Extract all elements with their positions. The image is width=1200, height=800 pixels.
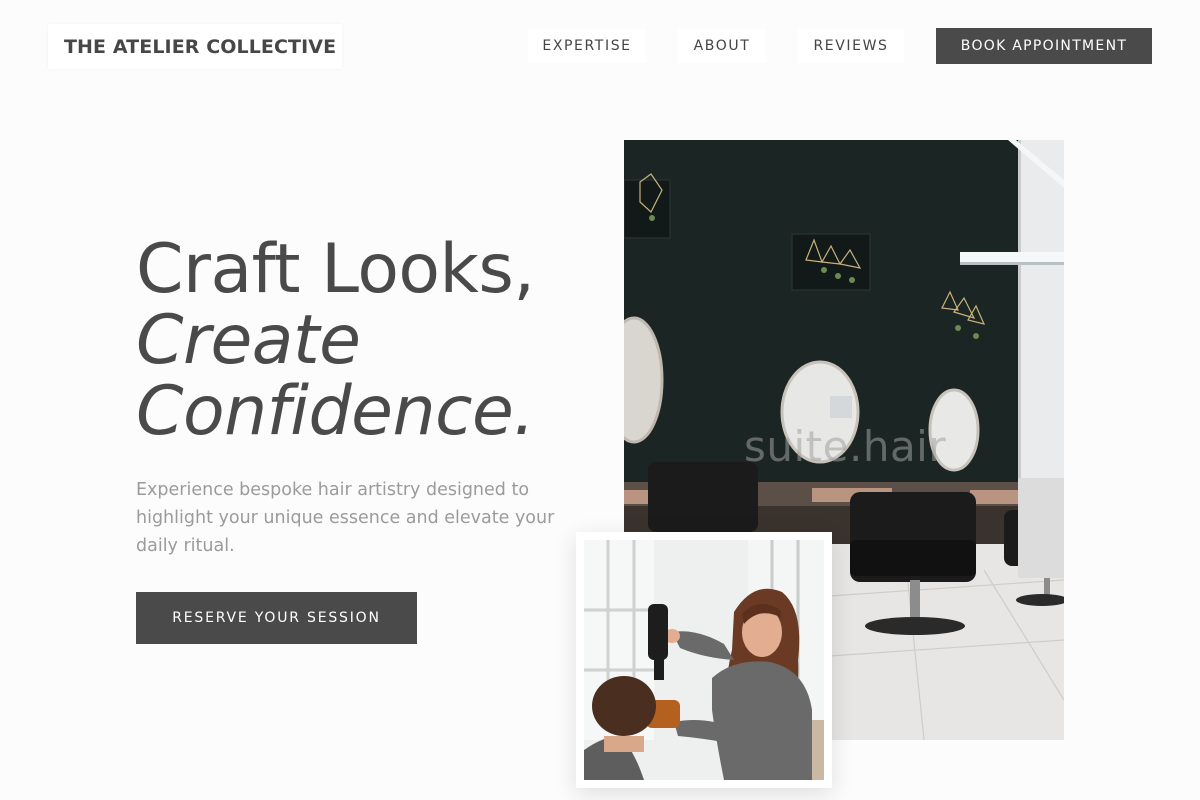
nav-reviews[interactable]: REVIEWS <box>798 29 904 63</box>
brand-logo[interactable]: THE ATELIER COLLECTIVE <box>48 24 342 69</box>
salon-image-watermark: suite.hair <box>744 422 947 471</box>
nav-about[interactable]: ABOUT <box>678 29 766 63</box>
hero-title-line2: Create <box>136 301 361 380</box>
stylist-photo <box>584 540 824 780</box>
stylist-photo-card <box>576 532 832 788</box>
reserve-session-button[interactable]: RESERVE YOUR SESSION <box>136 592 417 644</box>
hero-title: Craft Looks, Create Confidence. <box>136 230 535 451</box>
hero-description: Experience bespoke hair artistry designe… <box>136 480 555 556</box>
hero-title-line1: Craft Looks, <box>136 230 535 309</box>
nav-expertise[interactable]: EXPERTISE <box>528 29 646 63</box>
book-appointment-button[interactable]: BOOK APPOINTMENT <box>936 28 1152 64</box>
hero-title-line3: Confidence. <box>136 372 535 451</box>
